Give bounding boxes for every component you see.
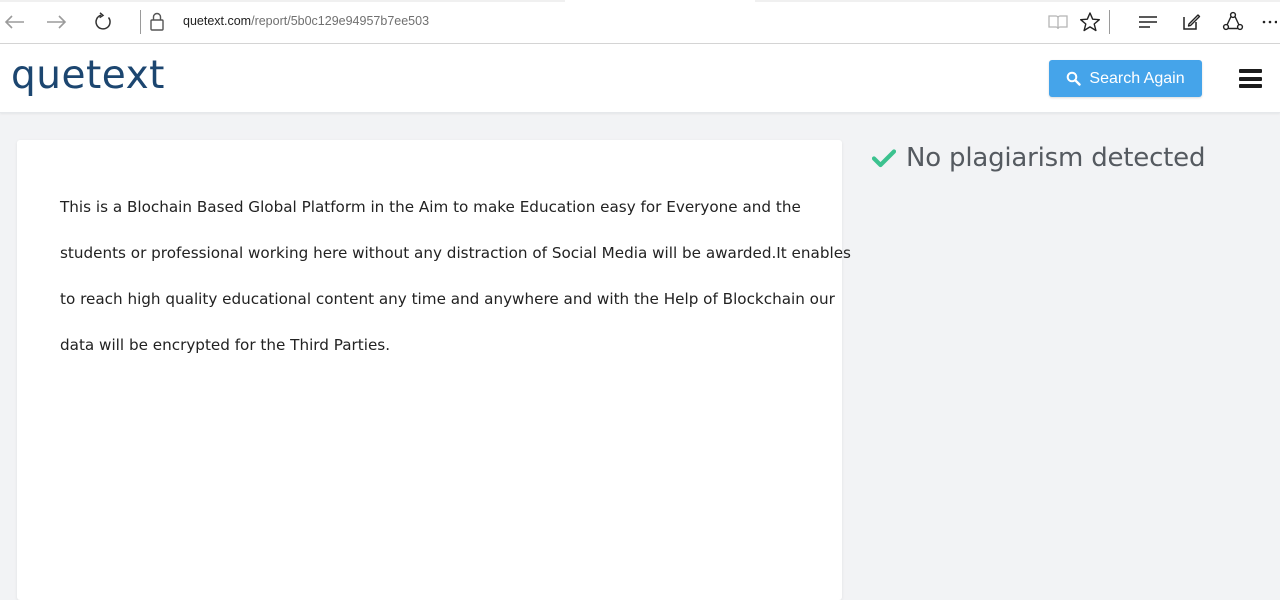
lock-icon[interactable]	[147, 10, 167, 34]
search-icon	[1066, 71, 1082, 86]
search-again-label: Search Again	[1089, 69, 1185, 87]
url-domain: quetext.com	[183, 14, 252, 28]
report-text-line: data will be encrypted for the Third Par…	[60, 336, 391, 354]
site-header: quetext Search Again	[0, 44, 1280, 113]
more-icon[interactable]	[1258, 8, 1280, 36]
checkmark-icon	[872, 148, 896, 168]
search-again-button[interactable]: Search Again	[1049, 60, 1202, 97]
back-arrow-icon[interactable]	[0, 8, 28, 36]
share-icon[interactable]	[1219, 8, 1247, 36]
url-path: /report/5b0c129e94957b7ee503	[251, 14, 430, 28]
favorite-star-icon[interactable]	[1076, 8, 1104, 36]
report-text-line: students or professional working here wi…	[60, 244, 851, 262]
web-note-icon[interactable]	[1177, 8, 1205, 36]
reading-view-icon[interactable]	[1044, 8, 1072, 36]
refresh-icon[interactable]	[89, 8, 117, 36]
report-text-card: This is a Blochain Based Global Platform…	[17, 140, 851, 600]
tab-strip	[0, 0, 1280, 2]
hamburger-menu-icon[interactable]	[1239, 69, 1262, 88]
result-status-text: No plagiarism detected	[906, 143, 1206, 173]
toolbar-separator	[1109, 10, 1110, 34]
address-separator	[140, 10, 141, 34]
browser-toolbar: quetext.com/report/5b0c129e94957b7ee503	[0, 0, 1280, 44]
report-text: This is a Blochain Based Global Platform…	[60, 184, 851, 368]
hub-icon[interactable]	[1134, 8, 1162, 36]
plagiarism-result: No plagiarism detected	[872, 143, 1205, 173]
report-text-line: to reach high quality educational conten…	[60, 290, 835, 308]
quetext-logo[interactable]: quetext	[11, 54, 165, 98]
forward-arrow-icon[interactable]	[43, 8, 71, 36]
report-text-line: This is a Blochain Based Global Platform…	[60, 198, 801, 216]
address-bar-url[interactable]: quetext.com/report/5b0c129e94957b7ee503	[183, 14, 429, 28]
